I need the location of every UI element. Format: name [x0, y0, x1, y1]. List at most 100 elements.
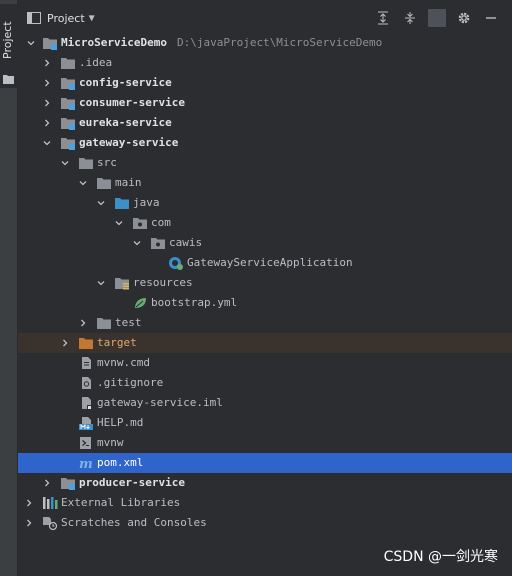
collapse-all-icon[interactable] — [401, 9, 419, 27]
tree-label-main: main — [115, 176, 142, 189]
tree-row-idea[interactable]: .idea — [18, 53, 512, 73]
shell-script-icon — [80, 437, 91, 449]
chevron-right-icon[interactable] — [25, 499, 33, 507]
tree-row-mvnw[interactable]: mvnw — [18, 433, 512, 453]
root-path: D:\javaProject\MicroServiceDemo — [176, 36, 383, 49]
chevron-down-icon[interactable] — [27, 39, 35, 47]
chevron-down-icon[interactable]: ▼ — [89, 13, 95, 24]
module-folder-icon — [61, 478, 75, 490]
package-icon — [133, 218, 147, 229]
tree-row-help-md[interactable]: HELP.md — [18, 413, 512, 433]
chevron-down-icon[interactable] — [43, 139, 51, 147]
tree-label-test: test — [115, 316, 142, 329]
chevron-right-icon[interactable] — [43, 59, 51, 67]
module-file-icon — [82, 397, 92, 410]
minimize-icon[interactable] — [482, 9, 500, 27]
panel-toolbar — [374, 9, 500, 27]
tree-row-eureka-service[interactable]: eureka-service — [18, 113, 512, 133]
tree-label-external-libraries: External Libraries — [61, 496, 181, 509]
module-folder-icon — [43, 38, 57, 50]
tree-row-consumer-service[interactable]: consumer-service — [18, 93, 512, 113]
chevron-down-icon[interactable] — [97, 199, 105, 207]
tree-label-config-service: config-service — [79, 76, 172, 89]
folder-icon — [3, 75, 14, 84]
module-folder-icon — [61, 118, 75, 130]
tree-row-cawis[interactable]: cawis — [18, 233, 512, 253]
panel-title[interactable]: Project — [47, 12, 85, 25]
tree-label-help-md: HELP.md — [97, 416, 144, 429]
chevron-right-icon[interactable] — [43, 79, 51, 87]
tree-row-bootstrap-yml[interactable]: bootstrap.yml — [18, 293, 512, 313]
excluded-folder-icon — [79, 338, 93, 349]
chevron-right-icon[interactable] — [61, 339, 69, 347]
project-tool-tab[interactable]: Project — [0, 4, 17, 88]
tree-row-test[interactable]: test — [18, 313, 512, 333]
source-folder-icon — [115, 198, 129, 209]
chevron-right-icon[interactable] — [79, 319, 87, 327]
tree-row-iml[interactable]: gateway-service.iml — [18, 393, 512, 413]
toolbar-divider — [428, 9, 446, 27]
tree-label-producer-service: producer-service — [79, 476, 185, 489]
maven-icon: m — [79, 457, 93, 470]
tree-row-scratches[interactable]: Scratches and Consoles — [18, 513, 512, 533]
svg-text:m: m — [79, 457, 93, 470]
tree-label-pom-xml: pom.xml — [97, 456, 144, 469]
chevron-down-icon[interactable] — [97, 279, 105, 287]
tree-label-java: java — [133, 196, 160, 209]
chevron-down-icon[interactable] — [133, 239, 141, 247]
watermark: CSDN @一剑光寒 — [383, 549, 498, 565]
tree-label-scratches: Scratches and Consoles — [61, 516, 207, 529]
tree-row-external-libraries[interactable]: External Libraries — [18, 493, 512, 513]
gear-icon[interactable] — [455, 9, 473, 27]
tree-label-iml: gateway-service.iml — [97, 396, 223, 409]
tree-label-gateway-service: gateway-service — [79, 136, 179, 149]
tree-row-pom-xml[interactable]: m pom.xml — [18, 453, 512, 473]
resources-folder-icon — [115, 278, 129, 290]
tool-window-stripe: Project — [0, 0, 18, 576]
project-tool-tab-label: Project — [1, 21, 14, 59]
tree-row-gateway-service-application[interactable]: GatewayServiceApplication — [18, 253, 512, 273]
tree-label-bootstrap-yml: bootstrap.yml — [151, 296, 238, 309]
chevron-right-icon[interactable] — [43, 99, 51, 107]
tree-label-com: com — [151, 216, 171, 229]
package-icon — [151, 238, 165, 249]
expand-all-icon[interactable] — [374, 9, 392, 27]
tree-label-target: target — [97, 336, 137, 349]
project-view-icon — [27, 12, 41, 24]
tree-label-resources: resources — [133, 276, 193, 289]
tree-row-java[interactable]: java — [18, 193, 512, 213]
project-panel-header: Project ▼ — [18, 6, 512, 30]
scratches-icon — [43, 517, 58, 530]
tree-row-mvnw-cmd[interactable]: mvnw.cmd — [18, 353, 512, 373]
tree-label-mvnw-cmd: mvnw.cmd — [97, 356, 150, 369]
folder-icon — [97, 318, 111, 329]
tree-label-src: src — [97, 156, 117, 169]
tree-row-com[interactable]: com — [18, 213, 512, 233]
tree-label-eureka-service: eureka-service — [79, 116, 172, 129]
spring-boot-class-icon — [169, 257, 183, 270]
tree-row-src[interactable]: src — [18, 153, 512, 173]
chevron-right-icon[interactable] — [25, 519, 33, 527]
tree-row-target[interactable]: target — [18, 333, 512, 353]
chevron-down-icon[interactable] — [115, 219, 123, 227]
tree-row-resources[interactable]: resources — [18, 273, 512, 293]
chevron-right-icon[interactable] — [43, 479, 51, 487]
tree-row-main[interactable]: main — [18, 173, 512, 193]
module-folder-icon — [61, 138, 75, 150]
tree-row-root[interactable]: MicroServiceDemo D:\javaProject\MicroServ… — [18, 33, 512, 53]
tree-row-producer-service[interactable]: producer-service — [18, 473, 512, 493]
chevron-down-icon[interactable] — [61, 159, 69, 167]
module-folder-icon — [61, 98, 75, 110]
folder-icon — [61, 58, 75, 69]
tree-row-gitignore[interactable]: .gitignore — [18, 373, 512, 393]
tree-label-consumer-service: consumer-service — [79, 96, 185, 109]
folder-icon — [97, 178, 111, 189]
chevron-right-icon[interactable] — [43, 119, 51, 127]
chevron-down-icon[interactable] — [79, 179, 87, 187]
tree-row-gateway-service[interactable]: gateway-service — [18, 133, 512, 153]
ignore-file-icon — [82, 377, 91, 389]
libraries-icon — [43, 497, 58, 509]
project-tree: MicroServiceDemo D:\javaProject\MicroServ… — [18, 33, 512, 533]
tree-row-config-service[interactable]: config-service — [18, 73, 512, 93]
module-folder-icon — [61, 78, 75, 90]
